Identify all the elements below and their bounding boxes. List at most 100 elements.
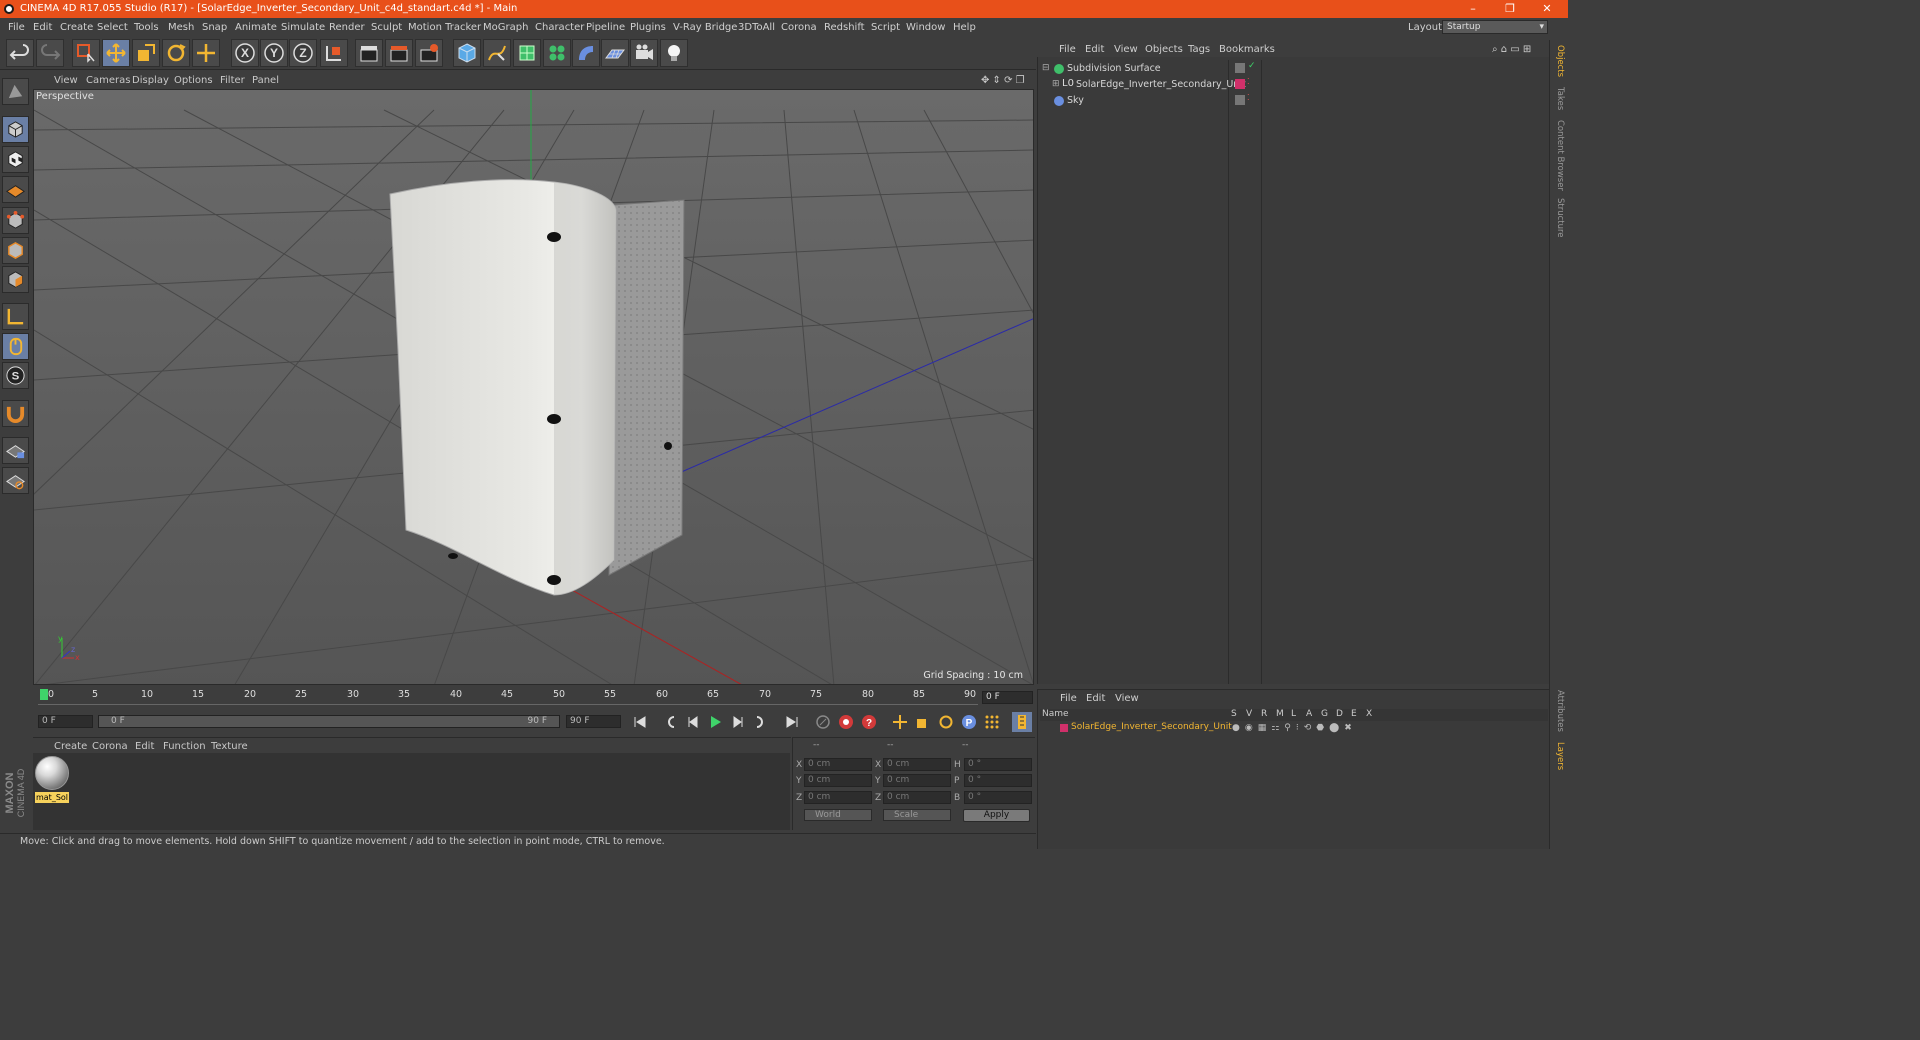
tab-takes[interactable]: Takes	[1551, 87, 1565, 110]
frame-range-slider[interactable]: 0 F 90 F	[98, 715, 560, 728]
light-button[interactable]	[660, 39, 688, 67]
menu-mesh[interactable]: Mesh	[168, 22, 194, 33]
objects-menu-view[interactable]: View	[1114, 44, 1138, 55]
menu-redshift[interactable]: Redshift	[824, 22, 865, 33]
coordinate-system-button[interactable]	[320, 39, 348, 67]
tab-content-browser[interactable]: Content Browser	[1551, 120, 1565, 191]
menu-mograph[interactable]: MoGraph	[483, 22, 528, 33]
transform-mode-dropdown[interactable]: Scale	[883, 809, 951, 821]
viewport-menu-panel[interactable]: Panel	[252, 75, 279, 86]
menu-render[interactable]: Render	[329, 22, 365, 33]
scale-tool-button[interactable]	[132, 39, 160, 67]
material-menu-edit[interactable]: Edit	[135, 741, 154, 752]
locked-workplane-button[interactable]	[2, 437, 29, 464]
object-row-inverter[interactable]: ⊞ L0 SolarEdge_Inverter_Secondary_Unit ⁚	[1040, 77, 1548, 93]
model-mode-button[interactable]	[2, 116, 29, 143]
edges-mode-button[interactable]	[2, 237, 29, 264]
end-frame-field[interactable]: 90 F	[566, 715, 621, 728]
collapse-icon[interactable]: ⊟	[1042, 63, 1050, 73]
cube-primitive-button[interactable]	[453, 39, 481, 67]
make-editable-button[interactable]	[2, 78, 29, 105]
object-row-sky[interactable]: Sky ⁚	[1040, 93, 1548, 109]
viewport-menu-display[interactable]: Display	[132, 75, 169, 86]
layers-menu-edit[interactable]: Edit	[1086, 693, 1105, 704]
layers-menu-view[interactable]: View	[1115, 693, 1139, 704]
texture-mode-button[interactable]	[2, 146, 29, 173]
menu-3dtoall[interactable]: 3DToAll	[738, 22, 775, 33]
viewport-menu-options[interactable]: Options	[174, 75, 213, 86]
menu-corona[interactable]: Corona	[781, 22, 817, 33]
material-name-label[interactable]: mat_Sol	[35, 792, 69, 803]
z-axis-lock-button[interactable]: Z	[289, 39, 317, 67]
go-to-start-button[interactable]	[630, 712, 650, 732]
tab-objects[interactable]: Objects	[1551, 45, 1565, 77]
material-menu-create[interactable]: Create	[54, 741, 87, 752]
menu-animate[interactable]: Animate	[235, 22, 277, 33]
key-parameter-button[interactable]: P	[959, 712, 979, 732]
object-row-subdivision[interactable]: ⊟ Subdivision Surface ✓	[1040, 61, 1548, 77]
material-menu-corona[interactable]: Corona	[92, 741, 128, 752]
material-list-area[interactable]	[33, 753, 790, 830]
next-key-button[interactable]	[751, 712, 771, 732]
position-z-field[interactable]: 0 cm	[804, 791, 872, 804]
size-z-field[interactable]: 0 cm	[883, 791, 951, 804]
rotation-b-field[interactable]: 0 °	[964, 791, 1032, 804]
material-preview-sphere[interactable]	[35, 756, 69, 790]
menu-sculpt[interactable]: Sculpt	[371, 22, 402, 33]
objects-menu-edit[interactable]: Edit	[1085, 44, 1104, 55]
polygons-mode-button[interactable]	[2, 266, 29, 293]
previous-frame-button[interactable]	[683, 712, 703, 732]
key-position-button[interactable]	[890, 712, 910, 732]
menu-create[interactable]: Create	[60, 22, 93, 33]
viewport-navigate-icon[interactable]: ✥ ⇕ ⟳ ❐	[981, 75, 1025, 86]
size-x-field[interactable]: 0 cm	[883, 758, 951, 771]
close-button[interactable]: ✕	[1532, 0, 1562, 18]
floor-button[interactable]	[601, 39, 629, 67]
y-axis-lock-button[interactable]: Y	[260, 39, 288, 67]
current-frame-field[interactable]: 0 F	[982, 691, 1033, 704]
size-y-field[interactable]: 0 cm	[883, 774, 951, 787]
planar-workplane-button[interactable]	[2, 467, 29, 494]
objects-menu-tags[interactable]: Tags	[1188, 44, 1210, 55]
layout-dropdown[interactable]: Startup ▾	[1442, 20, 1548, 34]
next-frame-button[interactable]	[728, 712, 748, 732]
coordinate-mode-dropdown[interactable]: World	[804, 809, 872, 821]
magnet-button[interactable]	[2, 400, 29, 427]
redo-button[interactable]	[36, 39, 64, 67]
tab-attributes[interactable]: Attributes	[1551, 690, 1565, 732]
layer-row[interactable]: SolarEdge_Inverter_Secondary_Unit ●◉▦⚏⚲⁝…	[1040, 722, 1548, 735]
layers-menu-file[interactable]: File	[1060, 693, 1077, 704]
x-axis-lock-button[interactable]: X	[231, 39, 259, 67]
tweak-mode-button[interactable]	[2, 333, 29, 360]
viewport-menu-view[interactable]: View	[54, 75, 78, 86]
render-settings-button[interactable]	[415, 39, 443, 67]
menu-help[interactable]: Help	[953, 22, 976, 33]
key-scale-button[interactable]	[913, 712, 933, 732]
undo-button[interactable]	[6, 39, 34, 67]
transform-tool-button[interactable]	[192, 39, 220, 67]
visibility-dots-icon[interactable]: ⁚	[1247, 93, 1250, 102]
play-button[interactable]	[705, 712, 725, 732]
position-y-field[interactable]: 0 cm	[804, 774, 872, 787]
menu-file[interactable]: File	[8, 22, 25, 33]
position-x-field[interactable]: 0 cm	[804, 758, 872, 771]
points-mode-button[interactable]	[2, 207, 29, 234]
material-menu-function[interactable]: Function	[163, 741, 206, 752]
perspective-viewport[interactable]: y x z Perspective Grid Spacing : 10 cm	[33, 89, 1034, 685]
expand-icon[interactable]: ⊞	[1052, 79, 1060, 89]
object-search-icon[interactable]: ⌕ ⌂ ▭ ⊞	[1492, 44, 1531, 55]
workplane-mode-button[interactable]	[2, 176, 29, 203]
objects-menu-bookmarks[interactable]: Bookmarks	[1219, 44, 1275, 55]
menu-character[interactable]: Character	[535, 22, 584, 33]
menu-vray-bridge[interactable]: V-Ray Bridge	[673, 22, 737, 33]
render-picture-viewer-button[interactable]	[385, 39, 413, 67]
menu-pipeline[interactable]: Pipeline	[586, 22, 625, 33]
axis-mode-button[interactable]	[2, 303, 29, 330]
deformer-button[interactable]	[572, 39, 600, 67]
material-menu-texture[interactable]: Texture	[211, 741, 248, 752]
menu-window[interactable]: Window	[906, 22, 945, 33]
objects-menu-objects[interactable]: Objects	[1145, 44, 1183, 55]
keyframe-selection-button[interactable]: ?	[859, 712, 879, 732]
menu-plugins[interactable]: Plugins	[630, 22, 666, 33]
go-to-end-button[interactable]	[782, 712, 802, 732]
